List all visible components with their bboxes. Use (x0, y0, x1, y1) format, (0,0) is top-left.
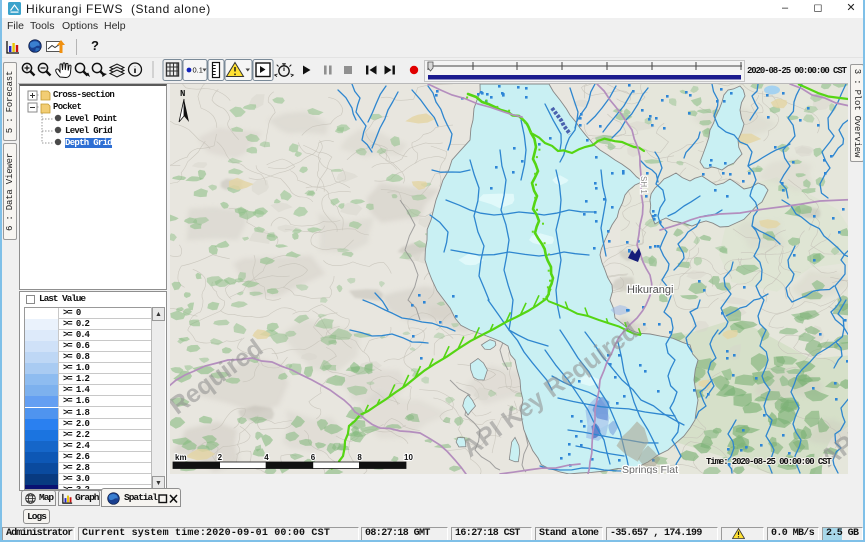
svg-text:N: N (180, 89, 185, 99)
svg-text:Hikurangi: Hikurangi (627, 284, 673, 296)
svg-text:0.1: 0.1 (193, 66, 203, 75)
svg-text:km: km (175, 453, 187, 462)
svg-text:Springs Flat: Springs Flat (622, 464, 678, 474)
svg-text:8: 8 (357, 453, 362, 462)
svg-text:2: 2 (218, 453, 223, 462)
svg-text:4: 4 (264, 453, 269, 462)
svg-text:10: 10 (404, 453, 413, 462)
svg-text:Time: 2020-08-25 00:00:00 CST: Time: 2020-08-25 00:00:00 CST (706, 457, 832, 467)
svg-text:SH 1: SH 1 (639, 176, 648, 194)
svg-text:6: 6 (311, 453, 316, 462)
